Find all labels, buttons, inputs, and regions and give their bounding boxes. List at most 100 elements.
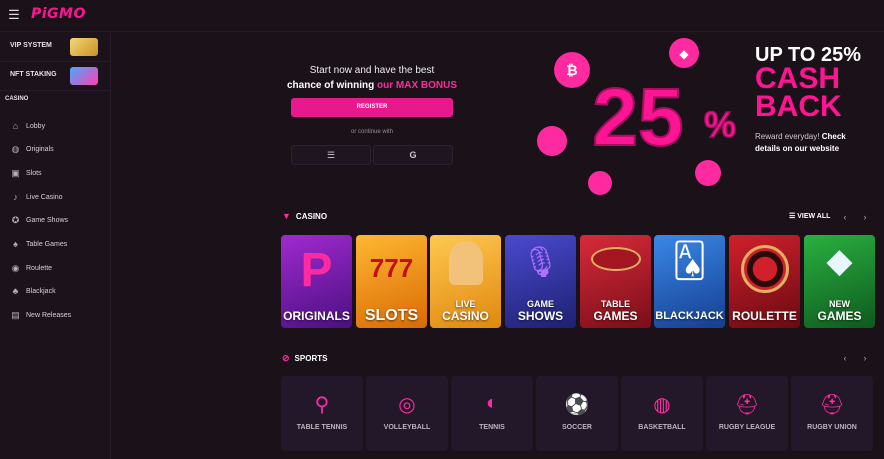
lobby-icon: ⌂	[12, 121, 19, 131]
microphone-icon: ♪	[13, 192, 18, 202]
originals-icon: ◍	[11, 143, 20, 154]
diamond-icon: ◆	[826, 242, 853, 280]
hero-headline: Start now and have the best	[309, 65, 435, 76]
nft-cards-image	[70, 67, 98, 85]
sidebar-item-game-shows[interactable]: ✪ Game Shows	[10, 213, 68, 227]
sidebar-item-label: Originals	[26, 145, 54, 153]
sidebar-item-new-releases[interactable]: ▤ New Releases	[10, 308, 71, 322]
category-card-blackjack[interactable]: 🂡 BLACKJACK	[654, 235, 725, 328]
sidebar-item-slots[interactable]: ▣ Slots	[10, 166, 42, 180]
cards-icon: ♠	[13, 239, 18, 249]
casino-prev-arrow[interactable]: ‹	[837, 210, 853, 224]
card-label: TABLE GAMES	[593, 299, 638, 323]
cashback-description: Reward everyday! Check details on our we…	[755, 131, 870, 155]
tennis-icon: ◐	[485, 392, 499, 414]
hero-subheadline-text: chance of winning	[286, 80, 377, 91]
blackjack-icon: ♣	[12, 286, 19, 296]
sport-card-basketball[interactable]: ◍ BASKETBALL	[621, 376, 703, 451]
playing-cards-icon: 🂡	[672, 242, 707, 280]
sport-label: VOLLEYBALL	[383, 424, 431, 431]
originals-logo-icon: P	[300, 244, 333, 297]
slot-reels-icon: 777	[369, 253, 414, 283]
gift-icon: ▤	[11, 309, 20, 320]
register-button[interactable]: REGISTER	[291, 98, 453, 117]
logo[interactable]: PiGMO	[31, 6, 86, 22]
coin-icon	[537, 126, 567, 156]
card-label: ROULETTE	[732, 309, 797, 323]
card-label: NEW GAMES	[817, 299, 862, 323]
top-bar: ☰ PiGMO	[0, 0, 884, 32]
table-image	[590, 247, 641, 271]
sport-label: BASKETBALL	[638, 424, 686, 431]
basketball-icon: ◍	[653, 394, 671, 416]
vip-chest-image	[70, 38, 98, 56]
cashback-desc-text: Reward everyday!	[755, 132, 822, 141]
volleyball-icon: ◎	[398, 394, 416, 416]
cashback-artwork: ₿ ◆ 25 %	[537, 38, 737, 195]
category-card-game-shows[interactable]: 🎙 GAME SHOWS	[505, 235, 576, 328]
sidebar-item-live-casino[interactable]: ♪ Live Casino	[10, 190, 62, 204]
casino-section-header: ▼ CASINO	[282, 211, 327, 221]
card-label: LIVE CASINO	[442, 299, 489, 323]
sport-label: RUGBY LEAGUE	[718, 424, 776, 431]
soccer-icon: ⚽	[564, 394, 590, 416]
nft-staking-link[interactable]: NFT STAKING	[0, 62, 110, 91]
sidebar-item-label: Lobby	[26, 122, 46, 130]
sidebar-item-label: Blackjack	[26, 287, 56, 295]
sidebar-item-originals[interactable]: ◍ Originals	[10, 142, 54, 156]
svg-text:₿: ₿	[566, 63, 577, 79]
casino-section-title: CASINO	[295, 211, 328, 221]
sports-section-title: SPORTS	[294, 354, 328, 363]
sport-label: TENNIS	[479, 424, 505, 431]
sport-card-rugby-league[interactable]: ⛑ RUGBY LEAGUE	[706, 376, 788, 451]
sidebar-item-lobby[interactable]: ⌂ Lobby	[10, 119, 45, 133]
sport-label: RUGBY UNION	[807, 424, 857, 431]
category-card-originals[interactable]: P ORIGINALS	[281, 235, 352, 328]
cashback-word-back: BACK	[755, 90, 842, 123]
microphone-icon: 🎙	[521, 246, 560, 279]
card-label: ORIGINALS	[283, 309, 350, 323]
sidebar-item-label: Slots	[26, 169, 42, 177]
category-card-table-games[interactable]: TABLE GAMES	[580, 235, 651, 328]
category-card-new-games[interactable]: ◆ NEW GAMES	[804, 235, 875, 328]
category-card-live-casino[interactable]: LIVE CASINO	[430, 235, 501, 328]
sport-card-volleyball[interactable]: ◎ VOLLEYBALL	[366, 376, 448, 451]
slots-icon: ▣	[11, 167, 20, 178]
card-label: BLACKJACK	[655, 310, 724, 322]
game-shows-icon: ✪	[11, 214, 20, 225]
sport-card-tennis[interactable]: ◐ TENNIS	[451, 376, 533, 451]
sports-section-header: ⊘ SPORTS	[282, 353, 327, 364]
vip-system-link[interactable]: VIP SYSTEM	[0, 33, 110, 62]
promo-percent-sign: %	[704, 104, 736, 145]
sports-prev-arrow[interactable]: ‹	[837, 351, 853, 365]
sidebar: VIP SYSTEM NFT STAKING CASINO ⌂ Lobby ◍ …	[0, 33, 111, 459]
dealer-image	[448, 241, 483, 285]
sidebar-item-label: New Releases	[26, 311, 72, 319]
casino-section-icon: ▼	[282, 211, 291, 221]
vip-system-label: VIP SYSTEM	[10, 42, 52, 49]
google-login-button[interactable]: G	[373, 145, 453, 165]
rugby-league-icon: ⛑	[734, 394, 760, 416]
table-tennis-icon: ⚲	[314, 394, 330, 416]
sport-card-table-tennis[interactable]: ⚲ TABLE TENNIS	[281, 376, 363, 451]
sidebar-item-table-games[interactable]: ♠ Table Games	[10, 237, 67, 251]
view-all-label: VIEW ALL	[797, 213, 831, 220]
hamburger-icon[interactable]: ☰	[6, 8, 22, 22]
sports-next-arrow[interactable]: ›	[857, 351, 873, 365]
sidebar-item-roulette[interactable]: ◉ Roulette	[10, 261, 53, 275]
wallet-icon: ☰	[326, 150, 336, 160]
category-card-slots[interactable]: 777 SLOTS	[356, 235, 427, 328]
nft-staking-label: NFT STAKING	[10, 71, 57, 78]
category-card-roulette[interactable]: ROULETTE	[729, 235, 800, 328]
sport-card-soccer[interactable]: ⚽ SOCCER	[536, 376, 618, 451]
casino-next-arrow[interactable]: ›	[857, 210, 873, 224]
wallet-login-button[interactable]: ☰	[291, 145, 371, 165]
roulette-icon: ◉	[11, 262, 20, 273]
max-bonus-text: our MAX BONUS	[377, 80, 457, 91]
view-all-link[interactable]: ☰ VIEW ALL	[789, 212, 830, 220]
promo-percent: 25	[592, 72, 683, 163]
sidebar-item-blackjack[interactable]: ♣ Blackjack	[10, 284, 56, 298]
sport-label: SOCCER	[562, 424, 592, 431]
roulette-wheel-icon	[740, 245, 789, 293]
sport-card-rugby-union[interactable]: ⛑ RUGBY UNION	[791, 376, 873, 451]
